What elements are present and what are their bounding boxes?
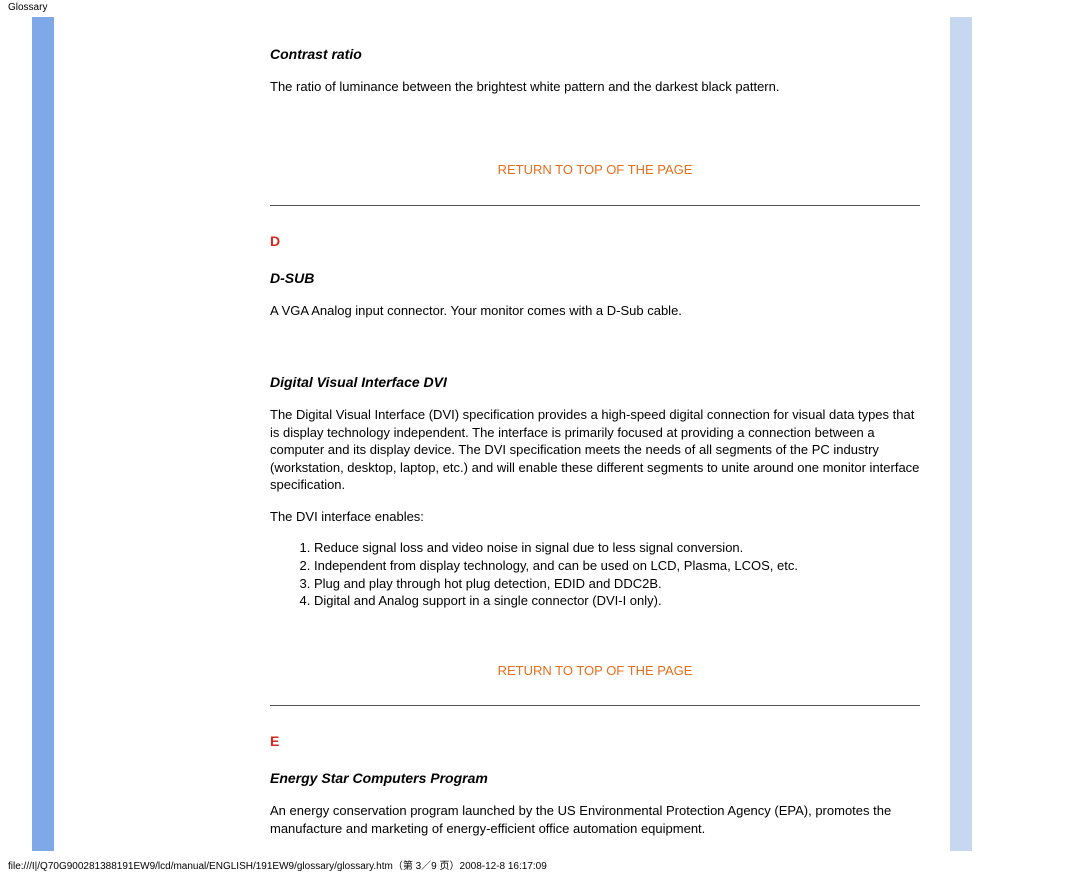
body-d-sub: A VGA Analog input connector. Your monit… (270, 302, 920, 320)
dvi-feature-list: Reduce signal loss and video noise in si… (314, 539, 920, 609)
letter-anchor-e: E (270, 732, 920, 751)
section-divider (270, 705, 920, 706)
body-energy-star: An energy conservation program launched … (270, 802, 920, 837)
letter-anchor-d: D (270, 232, 920, 251)
section-divider (270, 205, 920, 206)
return-to-top-link[interactable]: RETURN TO TOP OF THE PAGE (270, 662, 920, 680)
page-container: Contrast ratio The ratio of luminance be… (0, 17, 1080, 851)
term-energy-star: Energy Star Computers Program (270, 769, 920, 788)
body-dvi-1: The Digital Visual Interface (DVI) speci… (270, 406, 920, 494)
body-dvi-2: The DVI interface enables: (270, 508, 920, 526)
list-item: Digital and Analog support in a single c… (314, 592, 920, 610)
body-contrast-ratio: The ratio of luminance between the brigh… (270, 78, 920, 96)
list-item: Plug and play through hot plug detection… (314, 575, 920, 593)
term-d-sub: D-SUB (270, 269, 920, 288)
right-accent-bar (950, 17, 972, 851)
term-contrast-ratio: Contrast ratio (270, 45, 920, 64)
term-dvi: Digital Visual Interface DVI (270, 373, 920, 392)
list-item: Reduce signal loss and video noise in si… (314, 539, 920, 557)
page-header-label: Glossary (0, 0, 1080, 13)
footer-path: file:///I|/Q70G900281388191EW9/lcd/manua… (0, 851, 1080, 872)
return-to-top-link[interactable]: RETURN TO TOP OF THE PAGE (270, 161, 920, 179)
left-accent-bar (32, 17, 54, 851)
glossary-content: Contrast ratio The ratio of luminance be… (54, 17, 950, 851)
list-item: Independent from display technology, and… (314, 557, 920, 575)
